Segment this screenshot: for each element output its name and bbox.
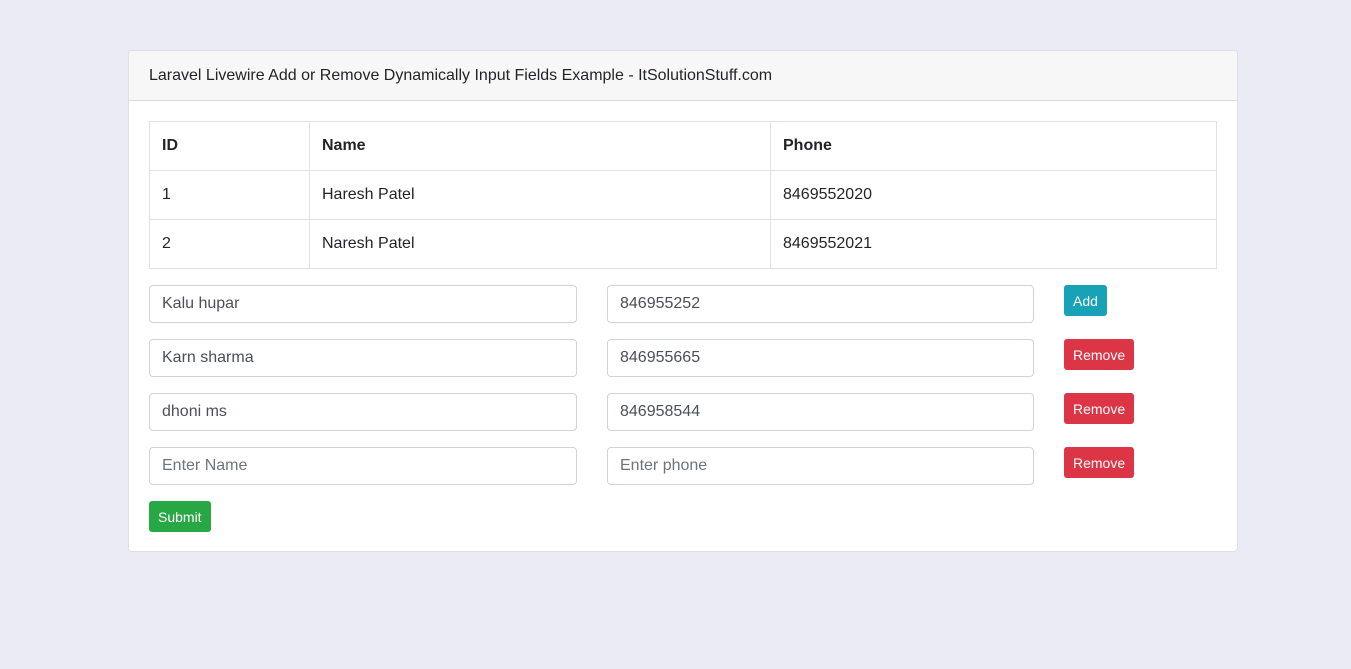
submit-button[interactable]: Submit [149,501,211,532]
cell-id: 2 [149,219,310,269]
card-header: Laravel Livewire Add or Remove Dynamical… [129,51,1237,101]
remove-button[interactable]: Remove [1064,447,1135,478]
dynamic-input-rows: Add Remove Remove Remove [149,285,1217,485]
contacts-table: ID Name Phone 1 Haresh Patel 8469552020 … [149,121,1217,269]
input-row: Remove [149,393,1217,431]
name-input[interactable] [149,447,577,485]
cell-id: 1 [149,170,310,220]
cell-phone: 8469552020 [770,170,1217,220]
column-header-id: ID [149,121,310,171]
remove-button[interactable]: Remove [1064,393,1135,424]
phone-input[interactable] [607,447,1034,485]
input-row: Remove [149,447,1217,485]
phone-input[interactable] [607,393,1034,431]
input-row: Add [149,285,1217,323]
column-header-name: Name [309,121,771,171]
cell-name: Naresh Patel [309,219,771,269]
phone-input[interactable] [607,285,1034,323]
column-header-phone: Phone [770,121,1217,171]
cell-name: Haresh Patel [309,170,771,220]
form-card: Laravel Livewire Add or Remove Dynamical… [128,50,1238,552]
add-button[interactable]: Add [1064,285,1107,316]
name-input[interactable] [149,393,577,431]
phone-input[interactable] [607,339,1034,377]
remove-button[interactable]: Remove [1064,339,1135,370]
submit-area: Submit [149,501,1217,532]
table-header-row: ID Name Phone [149,121,1217,171]
table-row: 1 Haresh Patel 8469552020 [149,170,1217,220]
table-row: 2 Naresh Patel 8469552021 [149,219,1217,269]
card-body: ID Name Phone 1 Haresh Patel 8469552020 … [129,101,1237,552]
cell-phone: 8469552021 [770,219,1217,269]
name-input[interactable] [149,339,577,377]
input-row: Remove [149,339,1217,377]
name-input[interactable] [149,285,577,323]
page-title: Laravel Livewire Add or Remove Dynamical… [149,66,773,84]
